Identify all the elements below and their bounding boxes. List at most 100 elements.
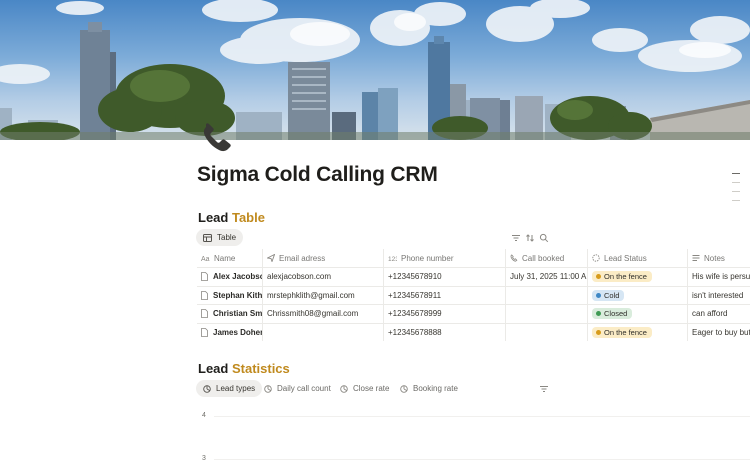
column-header-phone[interactable]: 123 Phone number [384, 249, 506, 267]
page-icon [201, 327, 208, 337]
column-header-label: Phone number [401, 253, 454, 263]
row-name-cell[interactable]: Alex Jacobson [197, 268, 263, 286]
row-notes-cell[interactable]: Eager to buy but h [688, 324, 750, 342]
table-row[interactable]: Alex Jacobson alexjacobson.com +12345678… [197, 268, 750, 287]
pie-chart-icon [340, 384, 348, 393]
row-status-cell[interactable]: Closed [588, 305, 688, 323]
row-phone-cell[interactable]: +12345678888 [384, 323, 506, 341]
row-notes: can afford [692, 309, 728, 319]
lead-table-heading: Lead Table [198, 210, 265, 225]
status-label: On the fence [604, 272, 647, 282]
tab-close-rate[interactable]: Close rate [333, 380, 396, 397]
status-property-icon [592, 254, 600, 262]
table-of-contents[interactable] [732, 173, 740, 209]
list-property-icon [692, 255, 700, 261]
table-header-row: Aa Name Email adress 123 Phone number Ca… [197, 249, 750, 268]
row-phone: +12345678888 [388, 327, 442, 337]
number-property-icon: 123 [388, 256, 397, 262]
column-header-notes[interactable]: Notes [688, 249, 750, 267]
table-row[interactable]: Christian Smith Chrissmith08@gmail.com +… [197, 305, 750, 324]
row-name-cell[interactable]: James Doherty [197, 323, 263, 341]
tab-booking-rate[interactable]: Booking rate [393, 380, 465, 397]
status-badge: Closed [592, 308, 633, 320]
row-email-cell[interactable]: mrstephklith@gmail.com [263, 286, 384, 304]
chart-gridline [214, 416, 750, 417]
toc-line[interactable] [732, 173, 740, 174]
row-notes: His wife is persuad [692, 272, 750, 282]
row-call-booked-cell[interactable] [506, 286, 588, 304]
row-name-cell[interactable]: Stephan Kith [197, 286, 263, 304]
skyline-illustration [0, 0, 750, 140]
toc-line[interactable] [732, 182, 740, 183]
row-email-cell[interactable]: Chrissmith08@gmail.com [263, 305, 384, 323]
chart-axis-tick: 3 [202, 455, 206, 462]
row-status-cell[interactable]: On the fence [588, 268, 688, 286]
tab-lead-types[interactable]: Lead types [196, 380, 263, 397]
text-property-icon: Aa [201, 256, 210, 262]
lead-statistics-heading-accent: Statistics [231, 361, 290, 376]
row-status-cell[interactable]: Cold [588, 286, 688, 304]
svg-text:123: 123 [388, 256, 397, 262]
lead-table-heading-accent: Table [231, 210, 265, 225]
row-notes: Eager to buy but h [692, 327, 750, 337]
status-label: Closed [604, 309, 628, 319]
column-header-name[interactable]: Aa Name [197, 249, 263, 267]
phone-icon[interactable] [199, 120, 235, 156]
phone-property-icon [510, 254, 518, 262]
table-row[interactable]: Stephan Kith mrstephklith@gmail.com +123… [197, 286, 750, 305]
tab-label: Lead types [216, 384, 256, 393]
table-icon [203, 233, 212, 242]
column-header-label: Email adress [279, 253, 326, 263]
row-email: Chrissmith08@gmail.com [267, 309, 359, 319]
column-header-lead-status[interactable]: Lead Status [588, 249, 688, 267]
filter-icon[interactable] [511, 233, 521, 243]
cover-image [0, 0, 750, 140]
row-name: Stephan Kith [213, 290, 263, 300]
table-view-tab[interactable]: Table [196, 229, 244, 246]
row-call-booked-cell[interactable] [506, 323, 588, 341]
lead-table: Aa Name Email adress 123 Phone number Ca… [197, 249, 750, 341]
column-header-email[interactable]: Email adress [263, 249, 384, 267]
row-phone-cell[interactable]: +12345678911 [384, 286, 506, 304]
row-email-cell[interactable]: alexjacobson.com [263, 268, 384, 286]
sort-icon[interactable] [525, 233, 535, 243]
status-badge: On the fence [592, 271, 652, 283]
row-name-cell[interactable]: Christian Smith [197, 305, 263, 323]
toc-line[interactable] [732, 191, 740, 192]
tab-daily-call-count[interactable]: Daily call count [257, 380, 338, 397]
column-header-label: Call booked [522, 253, 565, 263]
row-email: alexjacobson.com [267, 272, 332, 282]
tab-label: Daily call count [277, 384, 331, 393]
row-email-cell[interactable] [263, 323, 384, 341]
page-icon [201, 272, 208, 282]
row-name: Christian Smith [213, 309, 263, 319]
column-header-call-booked[interactable]: Call booked [506, 249, 588, 267]
filter-icon[interactable] [539, 384, 549, 394]
chart-axis-tick: 4 [202, 412, 206, 419]
table-row[interactable]: James Doherty +12345678888 On the fence … [197, 323, 750, 342]
row-status-cell[interactable]: On the fence [588, 323, 688, 341]
row-notes-cell[interactable]: can afford [688, 305, 750, 323]
column-header-label: Lead Status [604, 253, 647, 263]
chart-gridline [214, 459, 750, 460]
status-label: Cold [604, 290, 620, 300]
status-badge: Cold [592, 289, 625, 301]
row-phone: +12345678910 [388, 272, 442, 282]
tab-label: Close rate [353, 384, 390, 393]
column-header-label: Notes [704, 253, 725, 263]
search-icon[interactable] [539, 233, 549, 243]
status-label: On the fence [604, 327, 647, 337]
row-notes-cell[interactable]: His wife is persuad [688, 268, 750, 286]
page-title: Sigma Cold Calling CRM [197, 163, 438, 186]
toc-line[interactable] [732, 200, 740, 201]
row-call-booked-cell[interactable] [506, 305, 588, 323]
row-phone-cell[interactable]: +12345678910 [384, 268, 506, 286]
column-header-label: Name [214, 253, 236, 263]
pie-chart-icon [203, 384, 211, 393]
lead-statistics-heading: Lead Statistics [198, 361, 290, 376]
row-phone-cell[interactable]: +12345678999 [384, 305, 506, 323]
row-call-booked: July 31, 2025 11:00 AM [510, 272, 588, 282]
page-icon [201, 290, 208, 300]
row-notes-cell[interactable]: isn't interested [688, 287, 750, 305]
row-call-booked-cell[interactable]: July 31, 2025 11:00 AM [506, 268, 588, 286]
